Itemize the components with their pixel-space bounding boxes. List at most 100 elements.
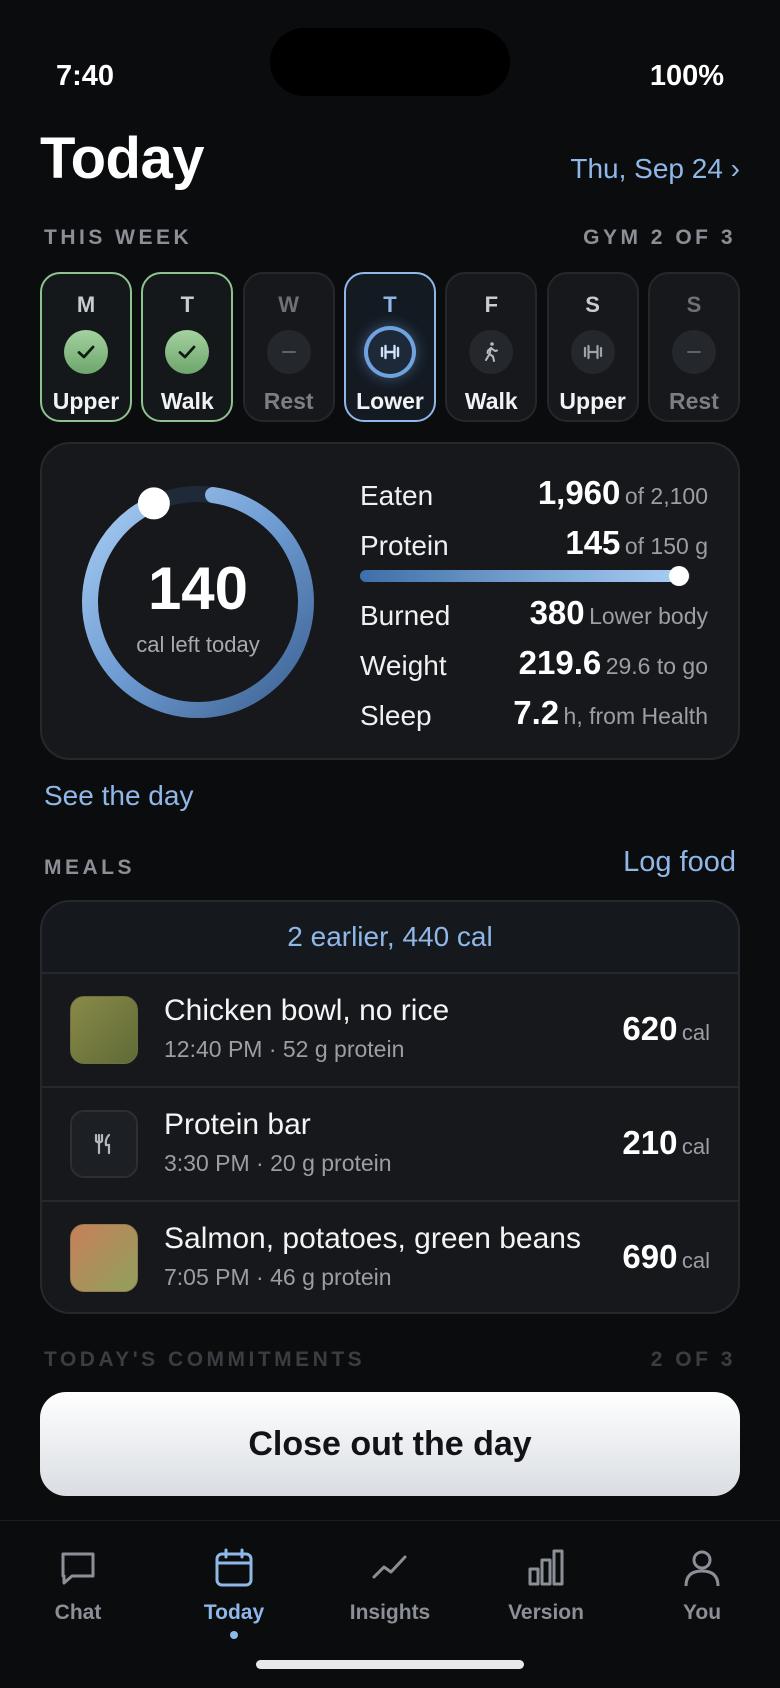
meals-card: 2 earlier, 440 cal Chicken bowl, no rice… bbox=[40, 900, 740, 1314]
meal-row[interactable]: Protein bar 3:30 PM · 20 g protein 210 c… bbox=[42, 1088, 738, 1202]
commitments-progress: 2 OF 3 bbox=[650, 1348, 736, 1371]
day-workout: Upper bbox=[559, 388, 626, 414]
day-letter: W bbox=[278, 292, 300, 317]
status-bar: 7:40 100% bbox=[0, 0, 780, 110]
meal-photo bbox=[70, 1224, 138, 1292]
day-thursday[interactable]: T Lower bbox=[343, 272, 436, 422]
tab-you[interactable]: You bbox=[632, 1545, 772, 1655]
day-wednesday[interactable]: W Rest bbox=[242, 272, 335, 422]
day-saturday[interactable]: S Upper bbox=[546, 272, 639, 422]
tab-chat[interactable]: Chat bbox=[8, 1545, 148, 1655]
day-workout: Upper bbox=[52, 388, 120, 414]
meal-calories: 690 bbox=[622, 1238, 678, 1275]
dumbbell-icon bbox=[570, 330, 615, 374]
meal-photo bbox=[70, 996, 138, 1064]
active-tab-indicator bbox=[230, 1631, 238, 1639]
meal-calories-unit: cal bbox=[681, 1248, 710, 1273]
commitments-header: TODAY'S COMMITMENTS 2 OF 3 bbox=[44, 1348, 736, 1378]
day-sunday[interactable]: S Rest bbox=[647, 272, 740, 422]
protein-progress-fill bbox=[360, 570, 680, 582]
chat-bubble-icon bbox=[61, 1552, 95, 1585]
stat-value: 7.2 bbox=[513, 694, 560, 731]
meal-row[interactable]: Chicken bowl, no rice 12:40 PM · 52 g pr… bbox=[42, 974, 738, 1088]
tab-label: Insights bbox=[349, 1601, 431, 1624]
this-week-label: THIS WEEK bbox=[44, 226, 193, 249]
day-monday[interactable]: M Upper bbox=[40, 272, 132, 422]
log-food-button[interactable]: Log food bbox=[623, 846, 736, 879]
stat-burned: Burned 380 Lower body bbox=[360, 594, 708, 634]
dumbbell-icon bbox=[367, 330, 412, 374]
meal-row[interactable]: Salmon, potatoes, green beans 7:05 PM · … bbox=[42, 1202, 738, 1312]
daily-summary-card[interactable]: 140 cal left today Eaten 1,960 of 2,100 … bbox=[40, 442, 740, 760]
dynamic-island bbox=[270, 28, 510, 96]
tab-label: You bbox=[682, 1601, 722, 1624]
stat-unit: Lower body bbox=[589, 603, 708, 629]
day-workout: Lower bbox=[356, 388, 424, 414]
person-icon bbox=[684, 1550, 720, 1587]
stat-sleep: Sleep 7.2 h, from Health bbox=[360, 694, 708, 734]
date-selector[interactable]: Thu, Sep 24 › bbox=[570, 153, 740, 185]
status-time: 7:40 bbox=[56, 60, 115, 92]
meal-title: Salmon, potatoes, green beans bbox=[164, 1222, 581, 1255]
check-icon bbox=[64, 330, 108, 374]
calendar-icon bbox=[215, 1548, 253, 1587]
calorie-ring: 140 cal left today bbox=[78, 482, 318, 722]
day-letter: S bbox=[686, 292, 702, 317]
day-workout: Walk bbox=[160, 388, 214, 414]
ring-knob bbox=[137, 487, 170, 520]
day-letter: F bbox=[484, 292, 499, 317]
stat-unit: of 2,100 bbox=[624, 483, 708, 509]
calories-left-label: cal left today bbox=[136, 632, 260, 657]
stat-value: 145 bbox=[565, 524, 621, 561]
meal-meta: 7:05 PM · 46 g protein bbox=[164, 1264, 392, 1290]
meal-meta: 12:40 PM · 52 g protein bbox=[164, 1036, 405, 1062]
day-tuesday[interactable]: T Walk bbox=[141, 272, 234, 422]
stat-label: Burned bbox=[360, 600, 451, 631]
stat-value: 380 bbox=[529, 594, 585, 631]
day-letter: T bbox=[180, 292, 195, 317]
day-letter: S bbox=[585, 292, 600, 317]
stat-weight: Weight 219.6 29.6 to go bbox=[360, 644, 708, 684]
see-the-day-link[interactable]: See the day bbox=[44, 780, 193, 812]
protein-progress-bar bbox=[360, 566, 690, 586]
tab-label: Chat bbox=[54, 1601, 102, 1624]
day-friday[interactable]: F Walk bbox=[445, 272, 538, 422]
tab-today[interactable]: Today bbox=[164, 1545, 304, 1655]
dash-icon bbox=[671, 330, 716, 374]
stat-value: 219.6 bbox=[518, 644, 602, 681]
close-out-day-button[interactable]: Close out the day bbox=[40, 1392, 740, 1496]
page-header: Today Thu, Sep 24 › bbox=[40, 125, 740, 195]
stat-label: Protein bbox=[360, 530, 449, 561]
status-battery: 100% bbox=[649, 60, 724, 92]
day-workout: Rest bbox=[263, 388, 314, 414]
page-title: Today bbox=[40, 126, 205, 191]
stat-unit: 29.6 to go bbox=[605, 653, 708, 679]
meal-title: Protein bar bbox=[164, 1108, 311, 1141]
day-letter: M bbox=[76, 292, 96, 317]
meal-meta: 3:30 PM · 20 g protein bbox=[164, 1150, 392, 1176]
stat-label: Weight bbox=[360, 650, 447, 681]
fork-knife-icon bbox=[70, 1110, 138, 1178]
meal-calories: 210 bbox=[622, 1124, 678, 1161]
calories-left-value: 140 bbox=[147, 555, 249, 622]
walk-icon bbox=[469, 330, 514, 374]
tab-insights[interactable]: Insights bbox=[320, 1545, 460, 1655]
stat-eaten: Eaten 1,960 of 2,100 bbox=[360, 474, 708, 514]
stat-label: Sleep bbox=[360, 700, 432, 731]
stat-protein: Protein 145 of 150 g bbox=[360, 524, 708, 564]
stat-unit: of 150 g bbox=[624, 533, 708, 559]
earlier-meals-toggle[interactable]: 2 earlier, 440 cal bbox=[42, 902, 738, 974]
day-workout: Walk bbox=[464, 388, 518, 414]
day-workout: Rest bbox=[669, 388, 719, 414]
meals-label: MEALS bbox=[44, 856, 135, 879]
day-letter: T bbox=[383, 292, 397, 317]
meal-calories-unit: cal bbox=[681, 1020, 710, 1045]
bar-chart-icon bbox=[528, 1549, 564, 1586]
tab-version[interactable]: Version bbox=[476, 1545, 616, 1655]
stat-label: Eaten bbox=[360, 480, 434, 511]
tab-label: Version bbox=[508, 1601, 584, 1624]
home-indicator bbox=[256, 1660, 524, 1669]
dash-icon bbox=[266, 330, 311, 374]
check-icon bbox=[165, 330, 210, 374]
protein-progress-knob bbox=[669, 566, 690, 586]
